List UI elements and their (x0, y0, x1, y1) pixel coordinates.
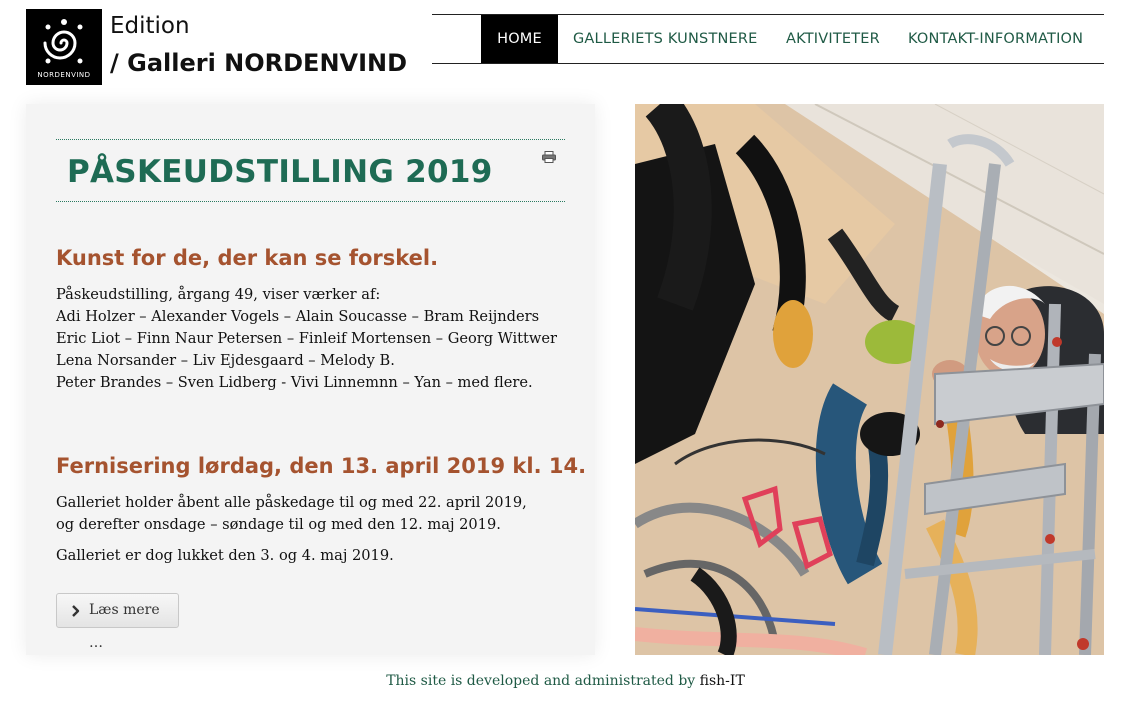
brand-edition: Edition (110, 13, 190, 39)
brand-gallery-name: / Galleri NORDENVIND (110, 49, 408, 77)
article-panel: PÅSKEUDSTILLING 2019 Kunst for de, der k… (26, 104, 595, 655)
text-line: Peter Brandes – Sven Lidberg - Vivi Linn… (56, 374, 533, 391)
logo-text: NORDENVIND (37, 71, 91, 79)
artist-painting-image (635, 104, 1104, 655)
footer-link-fish-it[interactable]: fish-IT (700, 673, 745, 689)
opening-hours-paragraph: Galleriet holder åbent alle påskedage ti… (56, 492, 527, 536)
gallery-logo[interactable]: NORDENVIND (26, 9, 102, 85)
read-more-label: Læs mere … (89, 602, 160, 651)
artist-photo (635, 104, 1104, 655)
printer-icon[interactable] (542, 151, 556, 163)
text-line: Adi Holzer – Alexander Vogels – Alain So… (56, 308, 540, 325)
nav-gallery-artists[interactable]: GALLERIETS KUNSTNERE (573, 15, 758, 63)
text-line: Galleriet holder åbent alle påskedage ti… (56, 494, 527, 511)
text-line: Påskeudstilling, årgang 49, viser værker… (56, 286, 381, 303)
footer-text: This site is developed and administrated… (386, 673, 696, 689)
chevron-right-icon (72, 605, 80, 617)
spiral-logo-icon (43, 19, 83, 64)
text-line: Lena Norsander – Liv Ejdesgaard – Melody… (56, 352, 395, 369)
text-line: Eric Liot – Finn Naur Petersen – Finleif… (56, 330, 557, 347)
read-more-button[interactable]: Læs mere … (56, 593, 179, 651)
footer: This site is developed and administrated… (0, 673, 1131, 689)
subheading-vernissage: Fernisering lørdag, den 13. april 2019 k… (56, 454, 587, 478)
nav-contact-information[interactable]: KONTAKT-INFORMATION (908, 15, 1083, 63)
nav-activities[interactable]: AKTIVITETER (786, 15, 880, 63)
exhibition-paragraph: Påskeudstilling, årgang 49, viser værker… (56, 284, 557, 394)
title-bar: PÅSKEUDSTILLING 2019 (56, 139, 565, 202)
subheading-art: Kunst for de, der kan se forskel. (56, 246, 439, 270)
nav-home[interactable]: HOME (481, 15, 558, 63)
main-navigation: HOME GALLERIETS KUNSTNERE AKTIVITETER KO… (432, 14, 1104, 64)
page-title: PÅSKEUDSTILLING 2019 (67, 154, 493, 190)
closure-notice: Galleriet er dog lukket den 3. og 4. maj… (56, 547, 394, 564)
text-line: og derefter onsdage – søndage til og med… (56, 516, 501, 533)
